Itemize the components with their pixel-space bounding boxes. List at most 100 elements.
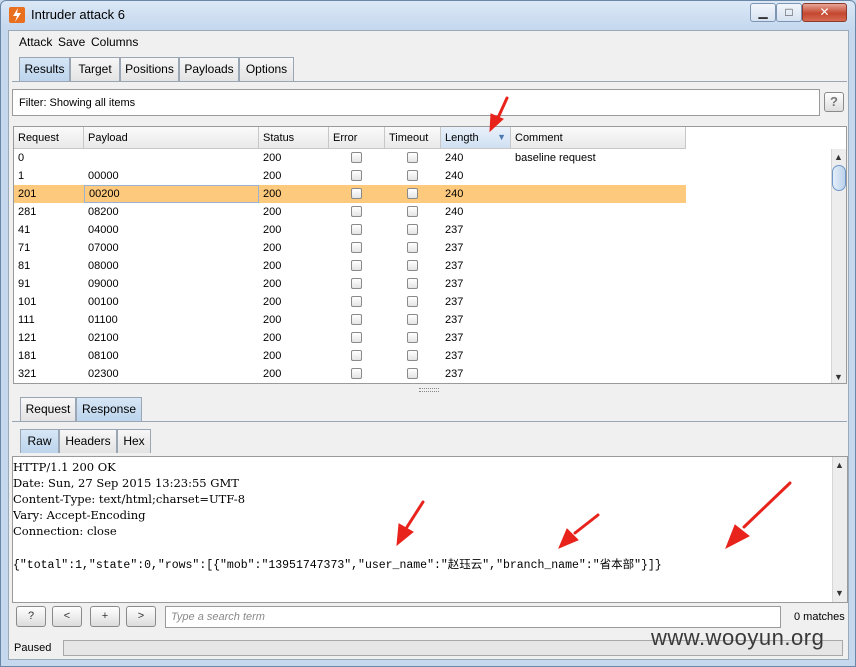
previous-match-button[interactable]: < — [52, 606, 82, 627]
detail-tab-divider — [12, 421, 847, 422]
timeout-checkbox — [407, 260, 418, 271]
table-row[interactable]: 201 00200 200 240 — [14, 185, 686, 203]
filter-help-button[interactable]: ? — [824, 92, 844, 112]
maximize-button[interactable]: □ — [776, 3, 802, 22]
cell-payload: 00200 — [84, 185, 259, 203]
cell-request: 321 — [18, 368, 37, 380]
column-header-timeout[interactable]: Timeout — [385, 127, 441, 149]
tab-response[interactable]: Response — [76, 397, 142, 421]
match-count: 0 matches — [794, 611, 845, 623]
timeout-checkbox — [407, 224, 418, 235]
cell-status: 200 — [263, 242, 282, 254]
cell-status: 200 — [263, 368, 282, 380]
table-row[interactable]: 41 04000 200 237 — [14, 221, 686, 239]
table-row[interactable]: 71 07000 200 237 — [14, 239, 686, 257]
response-scroll-down-icon[interactable]: ▼ — [835, 588, 844, 598]
cell-status: 200 — [263, 296, 282, 308]
filter-text: Filter: Showing all items — [19, 97, 136, 109]
menu-attack[interactable]: Attack — [19, 35, 52, 49]
cell-payload: 07000 — [88, 242, 119, 254]
tab-raw[interactable]: Raw — [20, 429, 59, 453]
next-match-button[interactable]: > — [126, 606, 156, 627]
table-row[interactable]: 281 08200 200 240 — [14, 203, 686, 221]
table-row[interactable]: 101 00100 200 237 — [14, 293, 686, 311]
cell-payload: 08200 — [88, 206, 119, 218]
results-scroll-thumb[interactable] — [832, 165, 846, 191]
filter-bar[interactable]: Filter: Showing all items — [12, 89, 820, 116]
column-header-comment[interactable]: Comment — [511, 127, 686, 149]
table-row[interactable]: 0 200 240 baseline request — [14, 149, 686, 167]
search-help-button[interactable]: ? — [16, 606, 46, 627]
cell-status: 200 — [263, 278, 282, 290]
cell-payload: 04000 — [88, 224, 119, 236]
cell-length: 240 — [445, 170, 464, 182]
response-line: Connection: close — [13, 524, 117, 538]
raw-response-viewer[interactable]: HTTP/1.1 200 OK Date: Sun, 27 Sep 2015 1… — [12, 456, 848, 603]
tab-hex[interactable]: Hex — [117, 429, 151, 453]
sort-descending-icon: ▼ — [497, 132, 506, 142]
cell-request: 1 — [18, 170, 25, 182]
scroll-down-icon[interactable]: ▼ — [834, 372, 843, 382]
results-table: Request Payload Status Error Timeout Len… — [13, 126, 847, 384]
tab-results[interactable]: Results — [19, 57, 70, 81]
minimize-button[interactable]: ▁ — [750, 3, 776, 22]
column-header-payload[interactable]: Payload — [84, 127, 259, 149]
table-row[interactable]: 1 00000 200 240 — [14, 167, 686, 185]
table-row[interactable]: 321 02300 200 237 — [14, 365, 686, 383]
pane-splitter-handle[interactable] — [419, 388, 439, 392]
cell-payload: 00000 — [88, 170, 119, 182]
cell-payload: 01100 — [88, 314, 118, 326]
response-scrollbar[interactable]: ▲ ▼ — [832, 457, 847, 602]
cell-request: 91 — [18, 278, 31, 290]
error-checkbox — [351, 152, 362, 163]
response-body-json: {"total":1,"state":0,"rows":[{"mob":"139… — [13, 559, 662, 572]
cell-status: 200 — [263, 332, 282, 344]
table-row[interactable]: 111 01100 200 237 — [14, 311, 686, 329]
cell-status: 200 — [263, 314, 282, 326]
menu-columns[interactable]: Columns — [91, 35, 138, 49]
view-tabs: Raw Headers Hex — [20, 429, 151, 453]
tab-payloads[interactable]: Payloads — [179, 57, 239, 81]
cell-request: 71 — [18, 242, 31, 254]
table-row[interactable]: 181 08100 200 237 — [14, 347, 686, 365]
cell-payload: 00100 — [88, 296, 119, 308]
table-row[interactable]: 91 09000 200 237 — [14, 275, 686, 293]
cell-request: 41 — [18, 224, 31, 236]
tab-positions[interactable]: Positions — [120, 57, 179, 81]
cell-payload: 09000 — [88, 278, 119, 290]
results-scrollbar[interactable]: ▲ ▼ — [831, 149, 846, 383]
tab-request[interactable]: Request — [20, 397, 76, 421]
cell-request: 121 — [18, 332, 37, 344]
cell-length: 237 — [445, 278, 464, 290]
title-bar[interactable]: Intruder attack 6 ▁ □ ✕ — [1, 1, 855, 29]
cell-request: 0 — [18, 152, 25, 164]
table-row[interactable]: 81 08000 200 237 — [14, 257, 686, 275]
close-button[interactable]: ✕ — [802, 3, 847, 22]
table-row[interactable]: 121 02100 200 237 — [14, 329, 686, 347]
timeout-checkbox — [407, 188, 418, 199]
column-header-request[interactable]: Request — [14, 127, 84, 149]
add-button[interactable]: + — [90, 606, 120, 627]
cell-request: 101 — [18, 296, 37, 308]
cell-request: 111 — [18, 314, 35, 326]
menu-save[interactable]: Save — [58, 35, 85, 49]
detail-tabs: Request Response — [20, 397, 150, 421]
response-line: Content-Type: text/html;charset=UTF-8 — [13, 492, 246, 506]
tab-headers[interactable]: Headers — [59, 429, 117, 453]
column-header-status[interactable]: Status — [259, 127, 329, 149]
cell-status: 200 — [263, 224, 282, 236]
cell-length: 240 — [445, 152, 464, 164]
watermark-text: www.wooyun.org — [651, 625, 825, 650]
tab-target[interactable]: Target — [70, 57, 120, 81]
cell-request: 201 — [18, 188, 37, 200]
scroll-up-icon[interactable]: ▲ — [834, 152, 843, 162]
timeout-checkbox — [407, 242, 418, 253]
column-header-error[interactable]: Error — [329, 127, 385, 149]
cell-payload: 08100 — [88, 350, 119, 362]
column-header-length[interactable]: Length ▼ — [441, 127, 511, 149]
tab-options[interactable]: Options — [239, 57, 294, 81]
response-scroll-up-icon[interactable]: ▲ — [835, 460, 844, 470]
cell-comment: baseline request — [515, 152, 596, 164]
error-checkbox — [351, 350, 362, 361]
cell-status: 200 — [263, 206, 282, 218]
